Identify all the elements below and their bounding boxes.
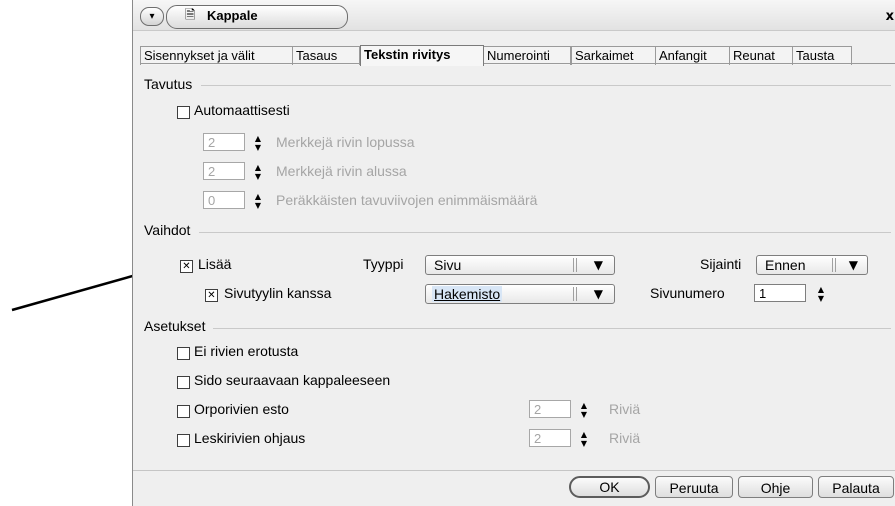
spin-arrows-icon[interactable]: ▲ ▼ <box>577 430 591 448</box>
dialog-window: ▾ 🗎 Kappale x Sisennykset ja välit Tasau… <box>132 0 895 506</box>
spin-arrows-icon[interactable]: ▲ ▼ <box>251 192 265 210</box>
section-options-title: Asetukset <box>144 318 206 334</box>
break-type-value: Sivu <box>434 257 462 273</box>
reset-button[interactable]: Palauta <box>818 476 894 498</box>
break-position-value: Ennen <box>765 257 806 273</box>
chevron-down-icon: ▾ <box>149 11 155 22</box>
ok-button[interactable]: OK <box>569 476 650 498</box>
page-style-select[interactable]: Hakemisto ▼ <box>425 284 615 304</box>
page-style-checkbox[interactable]: ✕ <box>205 289 218 302</box>
widow-lines-field[interactable]: 2 <box>529 429 571 447</box>
insert-break-checkbox[interactable]: ✕ <box>180 260 193 273</box>
no-split-label: Ei rivien erotusta <box>194 343 299 359</box>
widow-unit-label: Riviä <box>609 430 641 446</box>
tab-text-flow[interactable]: Tekstin rivitys <box>360 45 484 66</box>
title-pill: 🗎 Kappale <box>166 5 348 29</box>
divider <box>133 470 895 471</box>
orphan-checkbox[interactable] <box>177 405 190 418</box>
help-button[interactable]: Ohje <box>738 476 813 498</box>
keep-with-next-label: Sido seuraavaan kappaleeseen <box>194 372 391 388</box>
divider <box>199 232 891 233</box>
max-hyphens-field[interactable]: 0 <box>203 191 245 209</box>
spin-arrows-icon[interactable]: ▲ ▼ <box>251 163 265 181</box>
section-breaks-title: Vaihdot <box>144 222 191 238</box>
cancel-button[interactable]: Peruuta <box>655 476 733 498</box>
widow-label: Leskirivien ohjaus <box>194 430 306 446</box>
automatic-label: Automaattisesti <box>194 102 290 118</box>
window-title: Kappale <box>207 8 258 23</box>
page-number-field[interactable]: 1 <box>754 284 806 302</box>
chars-line-start-label: Merkkejä rivin alussa <box>276 163 407 179</box>
insert-break-label: Lisää <box>198 256 232 272</box>
chars-line-end-field[interactable]: 2 <box>203 133 245 151</box>
spin-arrows-icon[interactable]: ▲ ▼ <box>814 285 828 303</box>
orphan-label: Orporivien esto <box>194 401 289 417</box>
no-split-checkbox[interactable] <box>177 347 190 360</box>
orphan-lines-field[interactable]: 2 <box>529 400 571 418</box>
keep-with-next-checkbox[interactable] <box>177 376 190 389</box>
window-menu-button[interactable]: ▾ <box>140 7 164 26</box>
type-label: Tyyppi <box>363 256 404 272</box>
page-number-label: Sivunumero <box>650 285 725 301</box>
position-label: Sijainti <box>700 256 742 272</box>
dropdown-arrow-icon: ▼ <box>848 258 858 272</box>
document-icon: 🗎 <box>185 8 196 23</box>
spin-arrows-icon[interactable]: ▲ ▼ <box>577 401 591 419</box>
chars-line-end-label: Merkkejä rivin lopussa <box>276 134 415 150</box>
widow-checkbox[interactable] <box>177 434 190 447</box>
close-button[interactable]: x <box>886 10 894 24</box>
dropdown-arrow-icon: ▼ <box>593 287 603 301</box>
section-hyphenation-title: Tavutus <box>144 76 193 92</box>
break-position-select[interactable]: Ennen ▼ <box>756 255 868 275</box>
orphan-unit-label: Riviä <box>609 401 641 417</box>
divider <box>213 328 891 329</box>
spin-arrows-icon[interactable]: ▲ ▼ <box>251 134 265 152</box>
page-style-value: Hakemisto <box>432 286 503 302</box>
dropdown-arrow-icon: ▼ <box>593 258 603 272</box>
chars-line-start-field[interactable]: 2 <box>203 162 245 180</box>
max-hyphens-label: Peräkkäisten tavuviivojen enimmäismäärä <box>276 192 538 208</box>
automatic-checkbox[interactable] <box>177 106 190 119</box>
title-bar: ▾ 🗎 Kappale x <box>133 0 895 31</box>
page-style-label: Sivutyylin kanssa <box>224 285 332 301</box>
divider <box>201 85 891 86</box>
break-type-select[interactable]: Sivu ▼ <box>425 255 615 275</box>
